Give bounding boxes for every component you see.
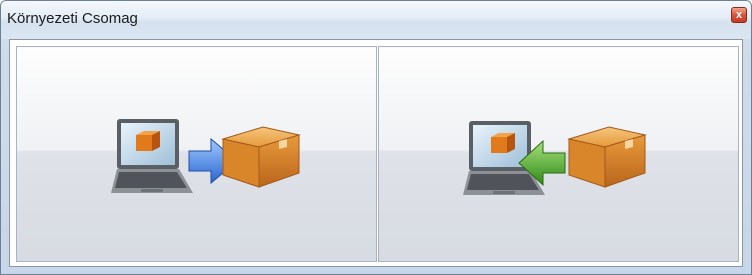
laptop-icon xyxy=(111,119,193,193)
laptop-export-to-package-icon xyxy=(111,119,301,193)
window-title: Környezeti Csomag xyxy=(7,10,138,27)
close-button[interactable]: x xyxy=(731,7,747,23)
content-area xyxy=(9,39,743,267)
import-option-panel[interactable] xyxy=(378,46,739,262)
package-icon xyxy=(221,126,301,188)
title-bar: Környezeti Csomag x xyxy=(1,1,751,39)
export-option-panel[interactable] xyxy=(16,46,377,262)
package-icon xyxy=(567,126,647,188)
window: Környezeti Csomag x xyxy=(0,0,752,275)
package-import-to-laptop-icon xyxy=(463,121,647,195)
